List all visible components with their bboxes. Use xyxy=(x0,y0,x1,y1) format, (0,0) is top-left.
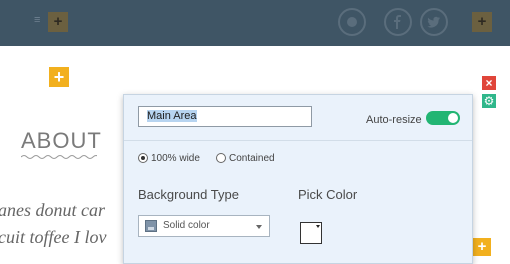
toggle-knob xyxy=(448,113,458,123)
github-icon[interactable] xyxy=(338,8,366,36)
width-option-label: Contained xyxy=(229,153,275,164)
width-option-label: 100% wide xyxy=(151,153,200,164)
image-icon xyxy=(145,220,157,232)
width-option-full[interactable]: 100% wide xyxy=(138,153,200,165)
add-block-button[interactable]: + xyxy=(49,67,69,87)
body-text-line: anes donut car xyxy=(0,200,105,220)
divider xyxy=(124,140,472,141)
section-title: ABOUT xyxy=(21,128,102,153)
menu-icon[interactable]: ≡ xyxy=(34,14,48,26)
section-name-input[interactable]: Main Area xyxy=(138,106,312,127)
add-section-button[interactable]: + xyxy=(48,12,68,32)
section-name-value: Main Area xyxy=(147,110,197,122)
width-option-contained[interactable]: Contained xyxy=(216,153,275,165)
pick-color-title: Pick Color xyxy=(298,187,358,202)
auto-resize-label: Auto-resize xyxy=(366,114,422,126)
wavy-underline xyxy=(21,155,97,159)
background-type-value: Solid color xyxy=(163,220,210,231)
top-bar: ≡ + + xyxy=(0,0,510,46)
twitter-icon[interactable] xyxy=(420,8,448,36)
color-swatch[interactable] xyxy=(300,222,322,244)
background-type-select[interactable]: Solid color xyxy=(138,215,270,237)
auto-resize-toggle[interactable] xyxy=(426,111,460,125)
close-icon[interactable]: × xyxy=(482,76,496,90)
radio-unselected-icon xyxy=(216,153,226,163)
body-text-line: cuit toffee I lov xyxy=(0,227,107,247)
facebook-icon[interactable] xyxy=(384,8,412,36)
radio-selected-icon xyxy=(138,153,148,163)
background-type-title: Background Type xyxy=(138,187,239,202)
chevron-down-icon xyxy=(316,225,320,228)
add-section-button-right[interactable]: + xyxy=(472,12,492,32)
chevron-down-icon xyxy=(256,225,262,229)
section-settings-panel: Main Area Auto-resize 100% wide Containe… xyxy=(123,94,473,264)
add-block-button-bottom[interactable]: + xyxy=(473,238,491,256)
gear-icon[interactable]: ⚙ xyxy=(482,94,496,108)
